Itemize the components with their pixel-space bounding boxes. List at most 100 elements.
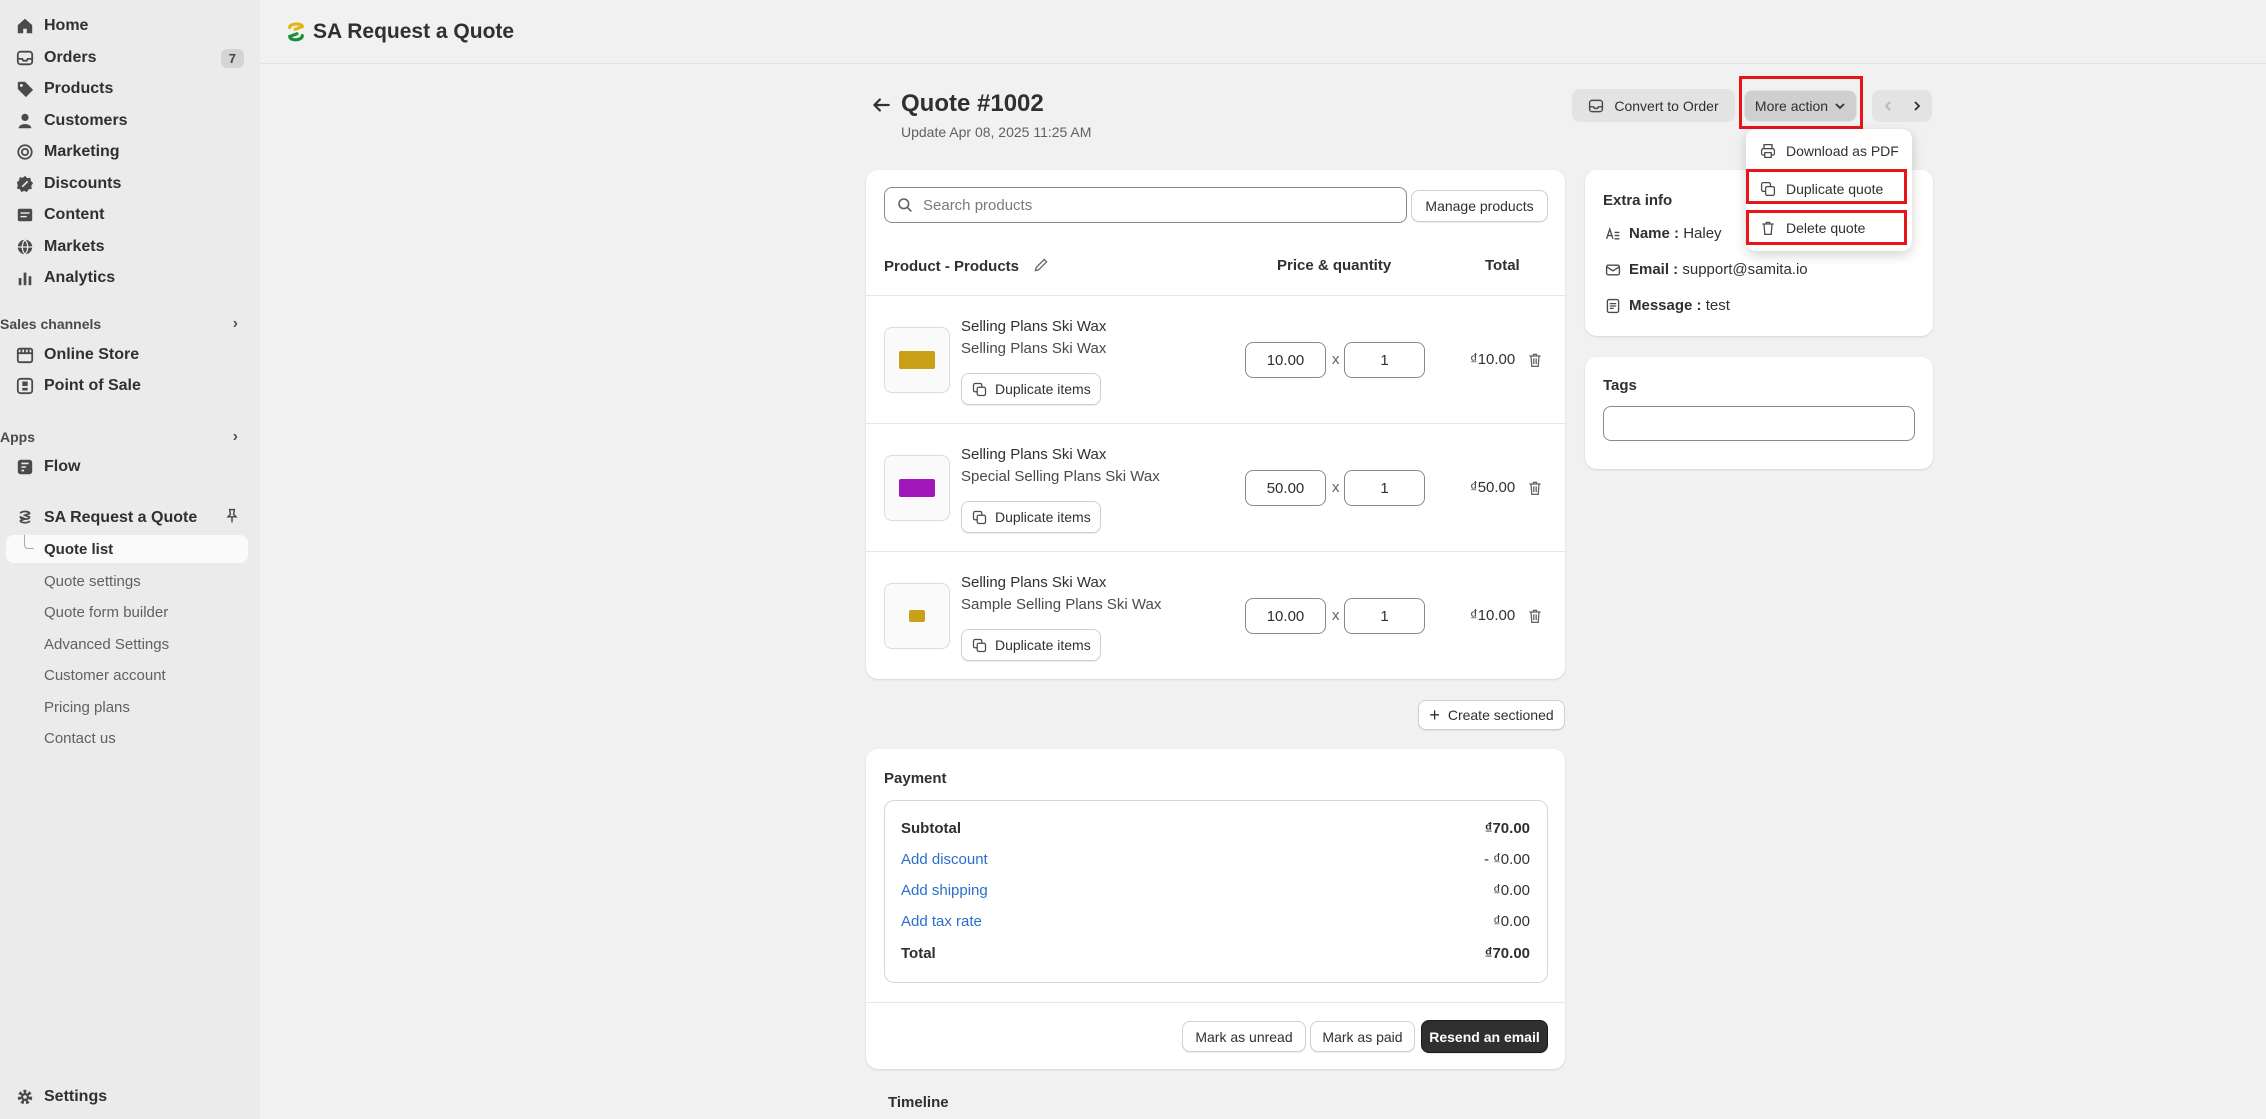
- sub-contact-us[interactable]: Contact us: [44, 724, 116, 752]
- nav-customers[interactable]: Customers: [0, 106, 250, 136]
- sub-quote-settings[interactable]: Quote settings: [44, 567, 141, 595]
- add-tax-rate-link[interactable]: Add tax rate: [901, 913, 982, 930]
- sub-customer-account[interactable]: Customer account: [44, 661, 166, 689]
- nav-home[interactable]: Home: [0, 11, 250, 41]
- nav-markets[interactable]: Markets: [0, 232, 250, 262]
- nav-label: Content: [44, 206, 105, 223]
- discount-value: - ₫0.00: [1483, 851, 1530, 868]
- search-icon: [898, 198, 912, 212]
- nav-products[interactable]: Products: [0, 74, 250, 104]
- store-icon: [16, 346, 34, 364]
- chevron-left-icon[interactable]: [1882, 100, 1894, 112]
- nav-settings[interactable]: Settings: [0, 1082, 250, 1112]
- nav-marketing[interactable]: Marketing: [0, 137, 250, 167]
- nav-orders[interactable]: Orders 7: [0, 43, 250, 73]
- app-topbar: SA Request a Quote: [260, 0, 2266, 64]
- add-shipping-link[interactable]: Add shipping: [901, 882, 988, 899]
- button-label: Duplicate items: [995, 509, 1091, 525]
- duplicate-items-button[interactable]: Duplicate items: [961, 373, 1101, 405]
- menu-download-pdf[interactable]: Download as PDF: [1760, 137, 1899, 165]
- tag-icon: [16, 80, 34, 98]
- printer-icon: [1760, 143, 1776, 159]
- email-value: support@samita.io: [1682, 261, 1808, 278]
- trash-icon[interactable]: [1527, 351, 1543, 369]
- timeline-title: Timeline: [888, 1094, 949, 1111]
- name-label: Name :: [1629, 225, 1680, 242]
- quantity-input[interactable]: 1: [1344, 342, 1425, 378]
- column-label: Product - Products: [884, 258, 1020, 275]
- menu-label: Download as PDF: [1786, 143, 1899, 159]
- sub-advanced-settings[interactable]: Advanced Settings: [44, 630, 169, 658]
- duplicate-items-button[interactable]: Duplicate items: [961, 501, 1101, 533]
- trash-icon[interactable]: [1527, 479, 1543, 497]
- times-sign: x: [1332, 607, 1340, 624]
- price-input[interactable]: 10.00: [1245, 598, 1326, 634]
- line-total: ₫50.00: [1470, 479, 1516, 496]
- sidebar: Home Orders 7 Products Customers Marketi…: [0, 0, 260, 1119]
- chevron-right-icon[interactable]: [1911, 100, 1923, 112]
- sub-quote-list[interactable]: Quote list: [6, 535, 248, 563]
- back-arrow-icon[interactable]: [870, 94, 892, 116]
- sub-label: Advanced Settings: [44, 635, 170, 653]
- button-label: Manage products: [1425, 198, 1534, 214]
- resend-email-button[interactable]: Resend an email: [1421, 1020, 1548, 1053]
- target-icon: [16, 143, 34, 161]
- apps-header[interactable]: Apps ›: [0, 425, 250, 449]
- divider: [866, 1002, 1565, 1003]
- nav-point-of-sale[interactable]: Point of Sale: [0, 371, 250, 401]
- product-variant: Special Selling Plans Ski Wax: [961, 468, 1160, 485]
- section-title-text: Apps: [0, 429, 35, 445]
- line-total: ₫10.00: [1470, 607, 1516, 624]
- plus-icon: +: [1429, 705, 1440, 725]
- highlight-box: [1746, 169, 1907, 204]
- nav-label: Online Store: [44, 346, 140, 363]
- sub-pricing-plans[interactable]: Pricing plans: [44, 693, 130, 721]
- line-total: ₫10.00: [1470, 351, 1516, 368]
- email-label: Email :: [1629, 261, 1679, 278]
- add-discount-link[interactable]: Add discount: [901, 851, 988, 868]
- pin-icon[interactable]: [224, 508, 240, 529]
- quantity-input[interactable]: 1: [1344, 598, 1425, 634]
- message-icon: [1606, 298, 1620, 313]
- sub-label: Pricing plans: [44, 698, 130, 716]
- name-value: Haley: [1683, 225, 1722, 242]
- sales-channels-header[interactable]: Sales channels ›: [0, 312, 250, 336]
- extra-info-message-row: Message : test: [1605, 297, 1730, 314]
- nav-content[interactable]: Content: [0, 200, 250, 230]
- nav-flow[interactable]: Flow: [0, 452, 250, 482]
- content-icon: [16, 206, 34, 224]
- price-input[interactable]: 10.00: [1245, 342, 1326, 378]
- nav-online-store[interactable]: Online Store: [0, 340, 250, 370]
- product-variant: Sample Selling Plans Ski Wax: [961, 596, 1162, 613]
- app-title: SA Request a Quote: [313, 19, 515, 43]
- nav-label: Orders: [44, 49, 97, 66]
- create-section-button[interactable]: + Create sectioned: [1418, 700, 1565, 730]
- mark-as-unread-button[interactable]: Mark as unread: [1182, 1021, 1306, 1052]
- chevron-right-icon: ›: [232, 428, 238, 445]
- message-label: Message :: [1629, 297, 1702, 314]
- duplicate-items-button[interactable]: Duplicate items: [961, 629, 1101, 661]
- nav-label: Markets: [44, 238, 105, 255]
- search-products-input[interactable]: Search products: [884, 187, 1407, 223]
- nav-discounts[interactable]: Discounts: [0, 169, 250, 199]
- home-icon: [16, 17, 34, 35]
- product-image: [909, 610, 925, 622]
- pencil-icon[interactable]: [1033, 257, 1049, 273]
- price-input[interactable]: 50.00: [1245, 470, 1326, 506]
- total-value: ₫70.00: [1484, 945, 1530, 962]
- order-icon: [1589, 99, 1604, 112]
- nav-sa-request-a-quote[interactable]: SA Request a Quote: [0, 503, 250, 533]
- tags-input[interactable]: [1603, 406, 1915, 441]
- nav-analytics[interactable]: Analytics: [0, 263, 250, 293]
- sub-label: Quote form builder: [44, 603, 169, 621]
- nav-label: Customers: [44, 112, 128, 129]
- sub-quote-form-builder[interactable]: Quote form builder: [44, 598, 168, 626]
- mark-as-paid-button[interactable]: Mark as paid: [1310, 1021, 1415, 1052]
- convert-to-order-button[interactable]: Convert to Order: [1572, 89, 1735, 122]
- sub-label: Contact us: [44, 729, 116, 747]
- manage-products-button[interactable]: Manage products: [1411, 190, 1548, 222]
- duplicate-icon: [972, 382, 987, 396]
- trash-icon[interactable]: [1527, 607, 1543, 625]
- extra-info-email-row: Email : support@samita.io: [1605, 261, 1808, 278]
- quantity-input[interactable]: 1: [1344, 470, 1425, 506]
